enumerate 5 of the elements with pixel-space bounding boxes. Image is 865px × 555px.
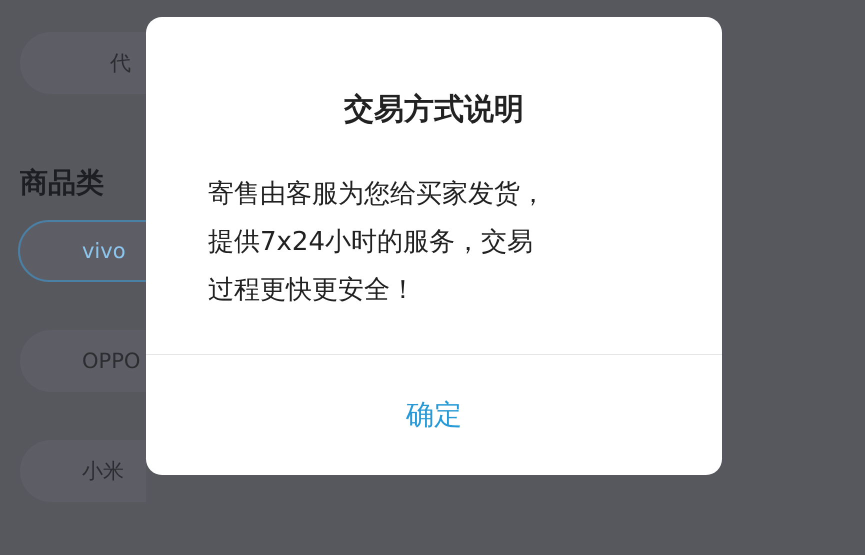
section-title: 商品类 (20, 165, 104, 201)
confirm-button[interactable]: 确定 (386, 388, 482, 442)
type-option-chip[interactable]: vivo (18, 220, 146, 282)
dialog-message: 寄售由客服为您给买家发货，提供7x24小时的服务，交易过程更快更安全！ (208, 178, 547, 307)
dialog-title: 交易方式说明 (343, 91, 525, 129)
